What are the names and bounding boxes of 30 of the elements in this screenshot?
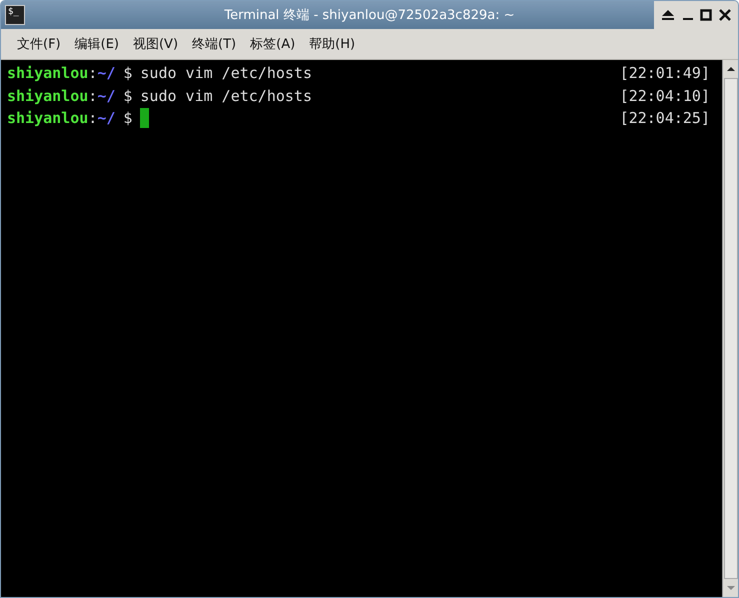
timestamp: [22:04:10] xyxy=(620,86,710,105)
menu-item[interactable]: 编辑(E) xyxy=(74,35,119,53)
menu-item[interactable]: 标签(A) xyxy=(250,35,296,53)
prompt-path: ~/ xyxy=(97,109,116,128)
prompt-separator: : xyxy=(88,109,98,128)
prompt-user: shiyanlou xyxy=(7,64,88,82)
scrollbar[interactable] xyxy=(722,60,738,597)
prompt-path: ~/ xyxy=(97,64,116,82)
scroll-thumb[interactable] xyxy=(724,78,738,579)
prompt-symbol: $ xyxy=(123,86,132,105)
prompt-path: ~/ xyxy=(97,86,116,105)
prompt-separator: : xyxy=(88,86,98,105)
prompt-symbol: $ xyxy=(123,109,132,128)
prompt-user: shiyanlou xyxy=(7,109,88,128)
timestamp: [22:01:49] xyxy=(620,64,710,82)
shade-icon[interactable] xyxy=(661,9,676,21)
maximize-icon[interactable] xyxy=(700,9,712,21)
window-title: Terminal 终端 - shiyanlou@72502a3c829a: ~ xyxy=(223,7,516,24)
prompt-symbol: $ xyxy=(123,64,132,82)
terminal-icon: $_ xyxy=(5,5,25,25)
timestamp: [22:04:25] xyxy=(620,109,710,128)
close-icon[interactable] xyxy=(718,9,731,21)
menu-item[interactable]: 终端(T) xyxy=(192,35,236,53)
command-text: sudo vim /etc/hosts xyxy=(140,64,312,82)
command-text: sudo vim /etc/hosts xyxy=(140,86,312,105)
prompt-separator: : xyxy=(88,64,98,82)
menu-item[interactable]: 视图(V) xyxy=(132,35,178,53)
menu-item[interactable]: 文件(F) xyxy=(17,35,61,53)
menu-item[interactable]: 帮助(H) xyxy=(309,35,356,53)
prompt-user: shiyanlou xyxy=(7,86,88,105)
